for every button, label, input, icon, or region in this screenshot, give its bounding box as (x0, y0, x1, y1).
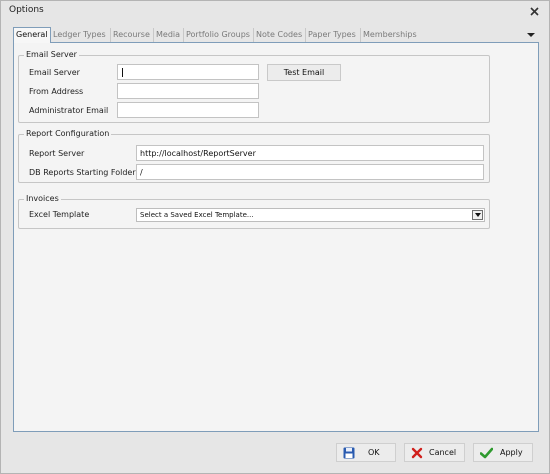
text-caret (122, 68, 123, 77)
administrator-email-label: Administrator Email (29, 106, 109, 115)
tab-overflow-button[interactable] (527, 31, 535, 37)
tab-general[interactable]: General (13, 27, 51, 43)
test-email-button[interactable]: Test Email (267, 64, 341, 81)
excel-template-dropdown[interactable]: Select a Saved Excel Template... (136, 208, 485, 222)
from-address-input[interactable] (117, 83, 259, 99)
apply-button[interactable]: Apply (473, 443, 533, 462)
db-reports-starting-folder-input[interactable]: / (136, 164, 484, 180)
tab-ledger-types[interactable]: Ledger Types (51, 28, 111, 42)
tab-portfolio-groups[interactable]: Portfolio Groups (184, 28, 254, 42)
general-tab-panel: Email Server Email Server From Address A… (13, 42, 539, 432)
email-server-label: Email Server (29, 68, 80, 77)
tab-strip: General Ledger Types Recourse Media Port… (13, 27, 539, 43)
report-configuration-group: Report Configuration Report Server http:… (18, 129, 490, 183)
administrator-email-input[interactable] (117, 102, 259, 118)
db-reports-starting-folder-label: DB Reports Starting Folder (29, 168, 136, 177)
red-x-icon (411, 447, 423, 459)
excel-template-label: Excel Template (29, 210, 90, 219)
excel-template-selected: Select a Saved Excel Template... (140, 211, 254, 219)
report-server-input[interactable]: http://localhost/ReportServer (136, 145, 484, 161)
email-server-input[interactable] (117, 64, 259, 80)
tab-paper-types[interactable]: Paper Types (306, 28, 361, 42)
invoices-group: Invoices Excel Template Select a Saved E… (18, 194, 490, 229)
chevron-down-icon (527, 33, 535, 37)
apply-label: Apply (500, 448, 523, 457)
report-server-label: Report Server (29, 149, 85, 158)
title-bar: Options (1, 1, 549, 21)
tab-media[interactable]: Media (154, 28, 184, 42)
email-server-group: Email Server Email Server From Address A… (18, 50, 490, 123)
tab-note-codes[interactable]: Note Codes (254, 28, 306, 42)
dropdown-arrow-button[interactable] (472, 210, 483, 220)
report-configuration-group-title: Report Configuration (24, 129, 112, 138)
close-icon (529, 6, 539, 16)
tab-memberships[interactable]: Memberships (361, 28, 421, 42)
cancel-button[interactable]: Cancel (404, 443, 465, 462)
invoices-group-title: Invoices (24, 194, 61, 203)
email-server-group-title: Email Server (24, 50, 79, 59)
ok-button[interactable]: OK (336, 443, 396, 462)
window-title: Options (9, 5, 44, 15)
from-address-label: From Address (29, 87, 84, 96)
green-checkmark-icon (480, 447, 493, 459)
chevron-down-icon (474, 213, 481, 217)
options-dialog: Options General Ledger Types Recourse Me… (0, 0, 550, 474)
cancel-label: Cancel (429, 448, 457, 457)
floppy-disk-icon (343, 447, 355, 459)
ok-label: OK (368, 448, 380, 457)
close-button[interactable] (528, 5, 540, 17)
tab-recourse[interactable]: Recourse (111, 28, 154, 42)
